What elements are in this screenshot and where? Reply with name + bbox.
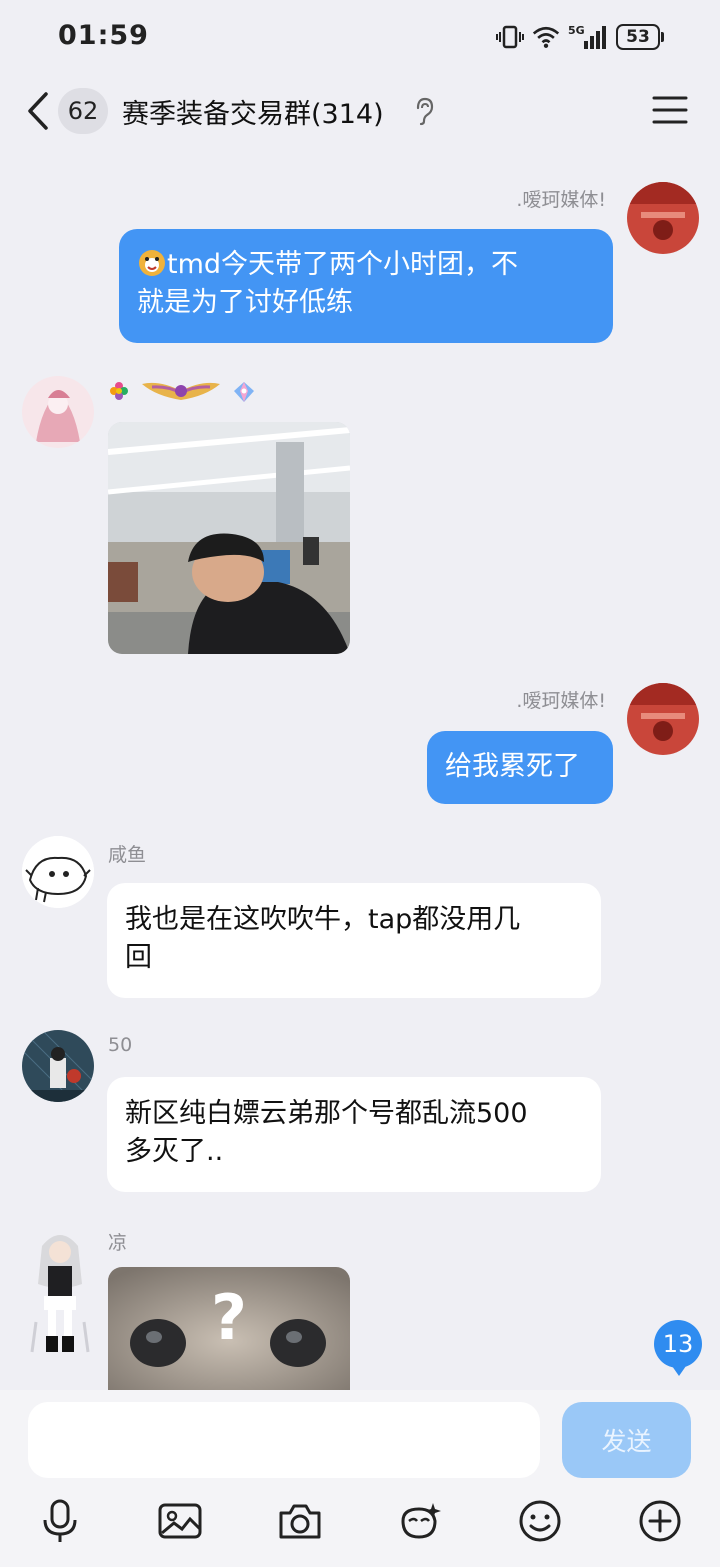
badge-flower-icon [108, 380, 130, 406]
message-text: 多灭了.. [125, 1136, 224, 1167]
image-message[interactable]: ? [108, 1267, 350, 1390]
message-input[interactable] [28, 1402, 540, 1478]
vibrate-icon [496, 23, 524, 51]
message-text: 回 [125, 942, 152, 973]
message-bubble[interactable]: 给我累死了 [427, 731, 613, 804]
group-title[interactable]: 赛季装备交易群(314) [122, 92, 384, 131]
message-text: 新区纯白嫖云弟那个号都乱流500 [125, 1098, 528, 1129]
image-message[interactable] [108, 422, 350, 654]
emoji-icon[interactable] [517, 1498, 563, 1544]
message-bubble[interactable]: 我也是在这吹吹牛，tap都没用几 回 [107, 883, 601, 998]
avatar[interactable] [22, 376, 94, 448]
sender-name: 50 [108, 1034, 133, 1056]
message-text: 就是为了讨好低练 [137, 287, 353, 318]
status-icons: 5G 53 [496, 20, 664, 54]
composer-toolbar [0, 1498, 720, 1548]
back-button[interactable] [22, 88, 56, 134]
mic-icon[interactable] [37, 1498, 83, 1544]
composer: 发送 [0, 1390, 720, 1567]
dog-emoji-icon [137, 248, 167, 278]
status-bar: 01:59 5G 53 [0, 0, 720, 74]
badge-wings-icon [140, 378, 222, 408]
battery-icon: 53 [616, 24, 664, 50]
camera-icon[interactable] [277, 1498, 323, 1544]
unread-messages-badge[interactable]: 13 [654, 1320, 702, 1376]
avatar[interactable] [22, 1030, 94, 1102]
avatar[interactable] [22, 836, 94, 908]
message-text: 给我累死了 [445, 751, 580, 782]
plus-icon[interactable] [637, 1498, 683, 1544]
sender-name: .嗳珂媒体! [516, 189, 606, 211]
sender-name: 咸鱼 [108, 844, 147, 866]
avatar[interactable] [28, 1226, 92, 1356]
message-text: tmd今天带了两个小时团，不 [167, 249, 519, 280]
wifi-icon [532, 23, 560, 51]
svg-text:5G: 5G [568, 24, 585, 37]
battery-level: 53 [616, 24, 660, 50]
ear-icon [413, 96, 437, 126]
sticker-icon[interactable] [397, 1498, 443, 1544]
send-button[interactable]: 发送 [562, 1402, 691, 1478]
chat-header: 62 赛季装备交易群(314) [0, 74, 720, 152]
sender-name: .嗳珂媒体! [516, 690, 606, 712]
image-question-mark: ? [211, 1281, 247, 1354]
image-icon[interactable] [157, 1498, 203, 1544]
sender-name: 凉 [108, 1232, 128, 1254]
message-text: 我也是在这吹吹牛，tap都没用几 [125, 904, 521, 935]
menu-button[interactable] [650, 92, 690, 128]
signal-5g-icon: 5G [568, 23, 608, 51]
unread-count-pill[interactable]: 62 [58, 88, 108, 134]
avatar[interactable] [627, 182, 699, 254]
badge-diamond-icon [232, 380, 256, 408]
avatar[interactable] [627, 683, 699, 755]
message-bubble[interactable]: 新区纯白嫖云弟那个号都乱流500 多灭了.. [107, 1077, 601, 1192]
message-bubble[interactable]: tmd今天带了两个小时团，不 就是为了讨好低练 [119, 229, 613, 343]
status-time: 01:59 [58, 20, 149, 51]
